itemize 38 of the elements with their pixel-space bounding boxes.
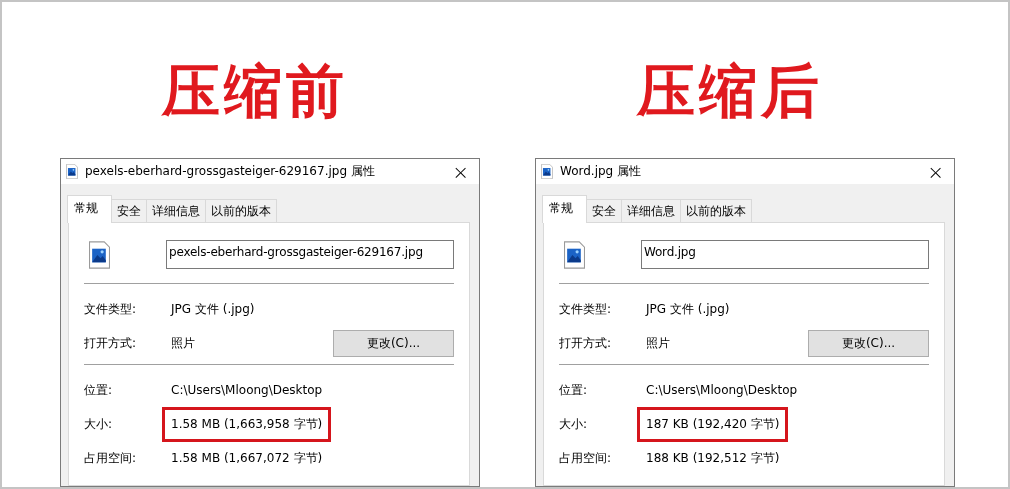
field-value: 照片 <box>170 334 196 352</box>
image-file-icon <box>66 164 78 179</box>
field-label: 大小: <box>84 415 114 433</box>
field-value: 188 KB (192,512 字节) <box>645 449 781 467</box>
field-value: 照片 <box>645 334 671 352</box>
field-label: 文件类型: <box>84 300 138 318</box>
heading: 压缩后 <box>635 56 824 127</box>
field-value: JPG 文件 (.jpg) <box>169 300 256 318</box>
tab[interactable]: 常规 <box>542 195 587 223</box>
change-button[interactable]: 更改(C)... <box>808 329 929 357</box>
file-name-field[interactable]: Word.jpg <box>641 240 929 269</box>
tab[interactable]: 常规 <box>67 195 112 223</box>
change-button[interactable]: 更改(C)... <box>333 329 454 357</box>
field-label: 占用空间: <box>84 449 138 467</box>
tab[interactable]: 以前的版本 <box>680 199 752 222</box>
field-label: 打开方式: <box>559 334 613 352</box>
field-label: 位置: <box>559 381 589 399</box>
field-value: 187 KB (192,420 字节) <box>637 406 789 442</box>
close-button[interactable]: × <box>923 161 948 182</box>
field-value: 1.58 MB (1,663,958 字节) <box>162 406 332 442</box>
field-label: 占用空间: <box>559 449 613 467</box>
image-file-icon <box>541 164 553 179</box>
window-title: Word.jpg 属性 <box>560 163 643 180</box>
field-label: 大小: <box>559 415 589 433</box>
field-label: 位置: <box>84 381 114 399</box>
heading: 压缩前 <box>160 56 349 127</box>
field-label: 打开方式: <box>84 334 138 352</box>
field-value: C:\Users\Mloong\Desktop <box>645 382 799 399</box>
tab[interactable]: 以前的版本 <box>205 199 277 222</box>
field-value: 1.58 MB (1,667,072 字节) <box>170 449 324 467</box>
field-label: 文件类型: <box>559 300 613 318</box>
image-file-icon <box>564 240 585 269</box>
field-value: C:\Users\Mloong\Desktop <box>170 382 324 399</box>
close-button[interactable]: × <box>448 161 473 182</box>
window-title: pexels-eberhard-grossgasteiger-629167.jpg 属性 <box>85 163 376 180</box>
field-value: JPG 文件 (.jpg) <box>644 300 731 318</box>
file-name-field[interactable]: pexels-eberhard-grossgasteiger-629167.jpg <box>166 240 454 269</box>
image-file-icon <box>89 240 110 269</box>
